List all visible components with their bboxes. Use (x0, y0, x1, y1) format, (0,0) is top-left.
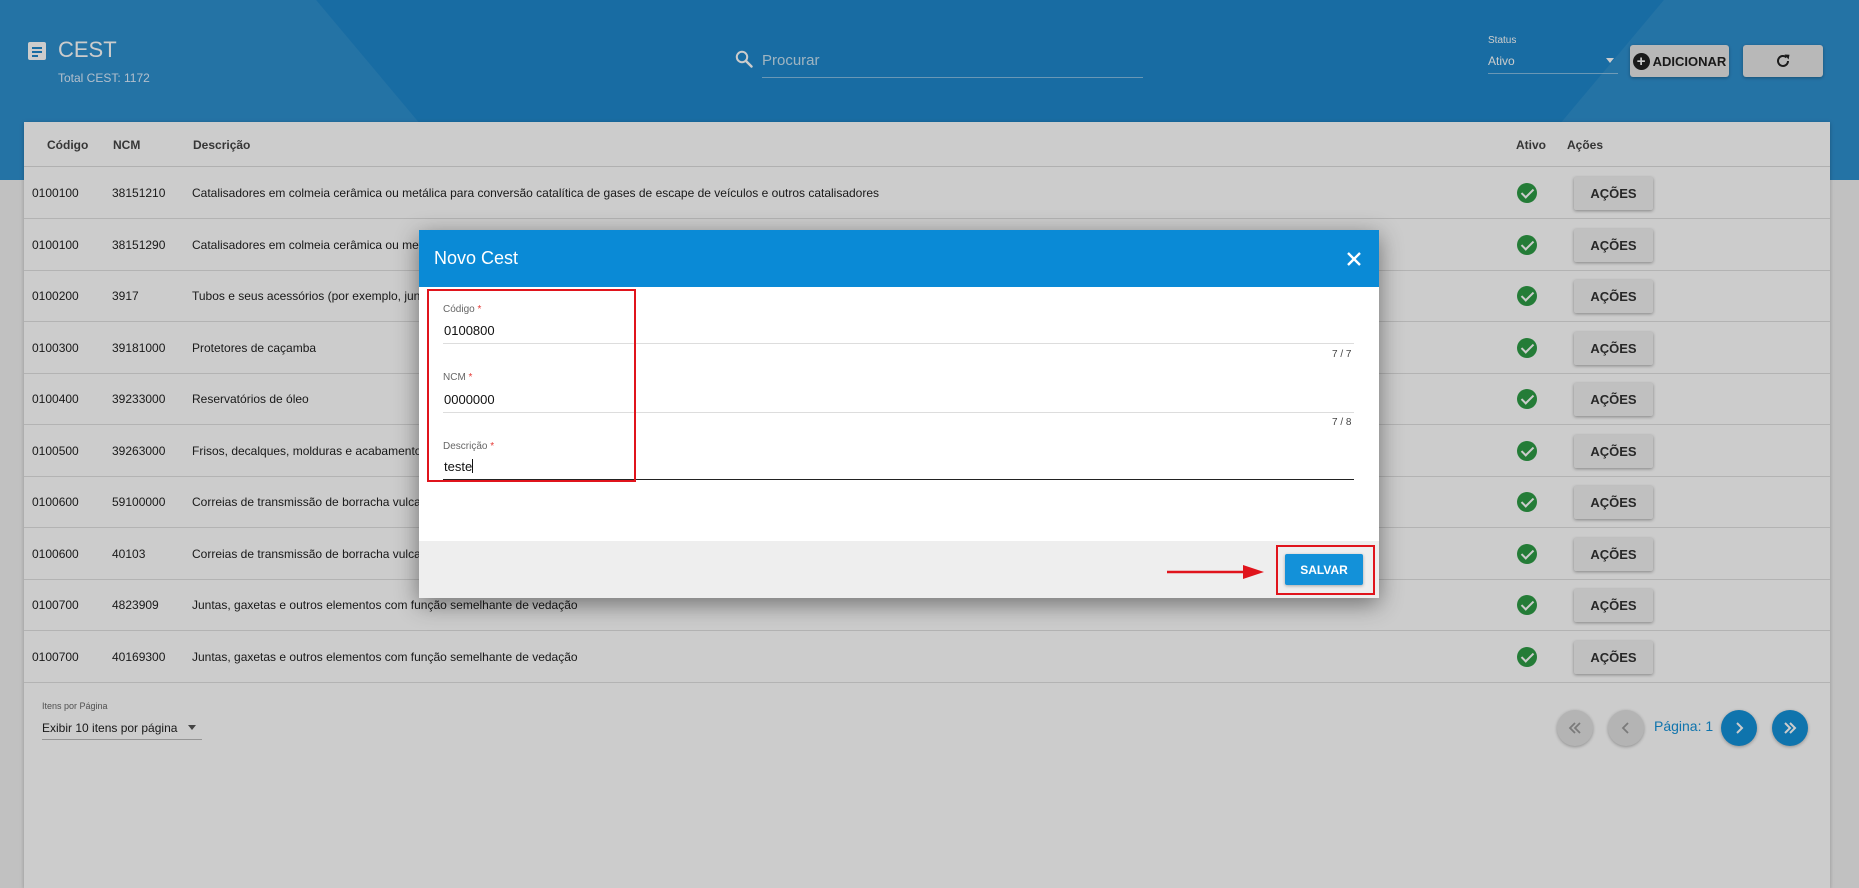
close-icon[interactable] (1345, 250, 1363, 268)
highlight-form-fields (427, 289, 636, 482)
red-arrow-icon (1167, 565, 1264, 579)
dialog-header: Novo Cest (419, 230, 1379, 287)
highlight-save-button (1276, 545, 1375, 595)
dialog-title: Novo Cest (434, 248, 519, 268)
ncm-counter: 7 / 8 (1332, 417, 1352, 428)
codigo-counter: 7 / 7 (1332, 349, 1352, 360)
